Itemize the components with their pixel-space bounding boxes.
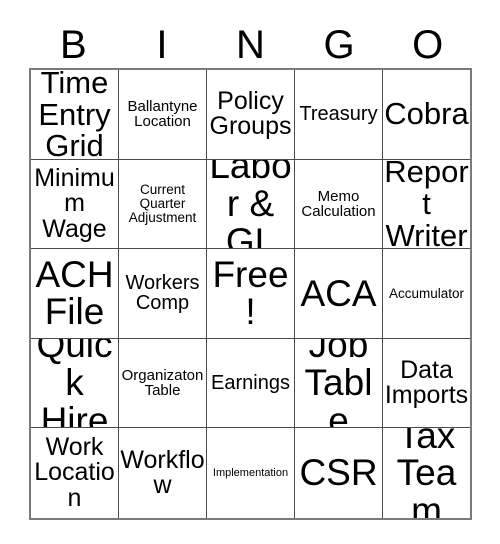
bingo-cell-label: CSR — [299, 452, 378, 494]
bingo-cell-label: Labor & GL — [209, 159, 292, 250]
bingo-cell-label: Workflow — [120, 445, 205, 500]
header-letter-n: N — [236, 23, 265, 67]
bingo-cell-label: Work Location — [34, 432, 115, 512]
bingo-cell[interactable]: Ballantyne Location — [119, 70, 207, 160]
bingo-row: Work Location Workflow Implementation CS… — [31, 428, 470, 518]
bingo-cell[interactable]: ACA — [295, 249, 383, 339]
bingo-header: B I N G O — [29, 22, 472, 68]
bingo-cell[interactable]: Treasury — [295, 70, 383, 160]
bingo-row: Minimum Wage Current Quarter Adjustment … — [31, 159, 470, 250]
bingo-cell-label: Time Entry Grid — [38, 70, 111, 160]
bingo-cell[interactable]: Quick Hire — [31, 338, 119, 429]
bingo-cell-label: ACA — [300, 272, 377, 314]
bingo-cell-label: Job Table — [304, 338, 373, 429]
bingo-row: Quick Hire Organizaton Table Earnings Jo… — [31, 338, 470, 429]
bingo-cell-label: Workers Comp — [125, 272, 200, 315]
header-letter-b: B — [59, 23, 87, 67]
bingo-cell[interactable]: Report Writer — [383, 159, 470, 250]
bingo-card: B I N G O Time Entry Grid Ballantyne Loc… — [29, 22, 472, 520]
bingo-row: Time Entry Grid Ballantyne Location Poli… — [31, 70, 470, 160]
bingo-cell-label: Report Writer — [384, 159, 469, 250]
bingo-cell-label: Minimum Wage — [34, 163, 115, 243]
bingo-cell[interactable]: CSR — [295, 428, 383, 518]
bingo-cell-label: Ballantyne Location — [127, 98, 198, 131]
bingo-cell-free[interactable]: Free! — [207, 249, 295, 339]
bingo-cell-label: Policy Groups — [209, 86, 292, 141]
bingo-cell[interactable]: Cobra — [383, 70, 470, 160]
bingo-cell[interactable]: Accumulator — [383, 249, 470, 339]
bingo-cell[interactable]: Workflow — [119, 428, 207, 518]
bingo-cell-label: Accumulator — [388, 285, 465, 301]
bingo-cell[interactable]: Organizaton Table — [119, 338, 207, 429]
bingo-cell[interactable]: Data Imports — [383, 338, 470, 429]
bingo-cell-label: Tax Team — [396, 428, 457, 518]
header-letter-i: I — [156, 23, 168, 67]
bingo-cell-label: Data Imports — [384, 355, 469, 410]
bingo-cell-label: Treasury — [299, 103, 378, 126]
bingo-cell[interactable]: Work Location — [31, 428, 119, 518]
bingo-grid: Time Entry Grid Ballantyne Location Poli… — [29, 68, 472, 520]
bingo-cell[interactable]: Current Quarter Adjustment — [119, 159, 207, 250]
bingo-cell[interactable]: Tax Team — [383, 428, 470, 518]
bingo-cell-label: Implementation — [212, 466, 289, 479]
header-letter-o: O — [412, 23, 444, 67]
bingo-cell-label: Free! — [212, 253, 289, 333]
bingo-cell[interactable]: ACH File — [31, 249, 119, 339]
bingo-cell-label: Earnings — [211, 371, 290, 394]
bingo-cell-label: Current Quarter Adjustment — [128, 182, 197, 225]
bingo-cell[interactable]: Job Table — [295, 338, 383, 429]
bingo-cell[interactable]: Labor & GL — [207, 159, 295, 250]
bingo-cell-label: Organizaton Table — [121, 366, 204, 400]
bingo-cell[interactable]: Implementation — [207, 428, 295, 518]
bingo-cell-label: Cobra — [384, 96, 469, 132]
bingo-cell-label: Quick Hire — [36, 338, 113, 429]
bingo-cell[interactable]: Memo Calculation — [295, 159, 383, 250]
bingo-row: ACH File Workers Comp Free! ACA Accumula… — [31, 249, 470, 339]
bingo-cell-label: ACH File — [35, 253, 114, 333]
bingo-cell[interactable]: Minimum Wage — [31, 159, 119, 250]
bingo-cell[interactable]: Earnings — [207, 338, 295, 429]
bingo-cell[interactable]: Policy Groups — [207, 70, 295, 160]
header-letter-g: G — [323, 23, 355, 67]
bingo-cell-label: Memo Calculation — [301, 187, 376, 220]
bingo-cell[interactable]: Workers Comp — [119, 249, 207, 339]
bingo-cell[interactable]: Time Entry Grid — [31, 70, 119, 160]
